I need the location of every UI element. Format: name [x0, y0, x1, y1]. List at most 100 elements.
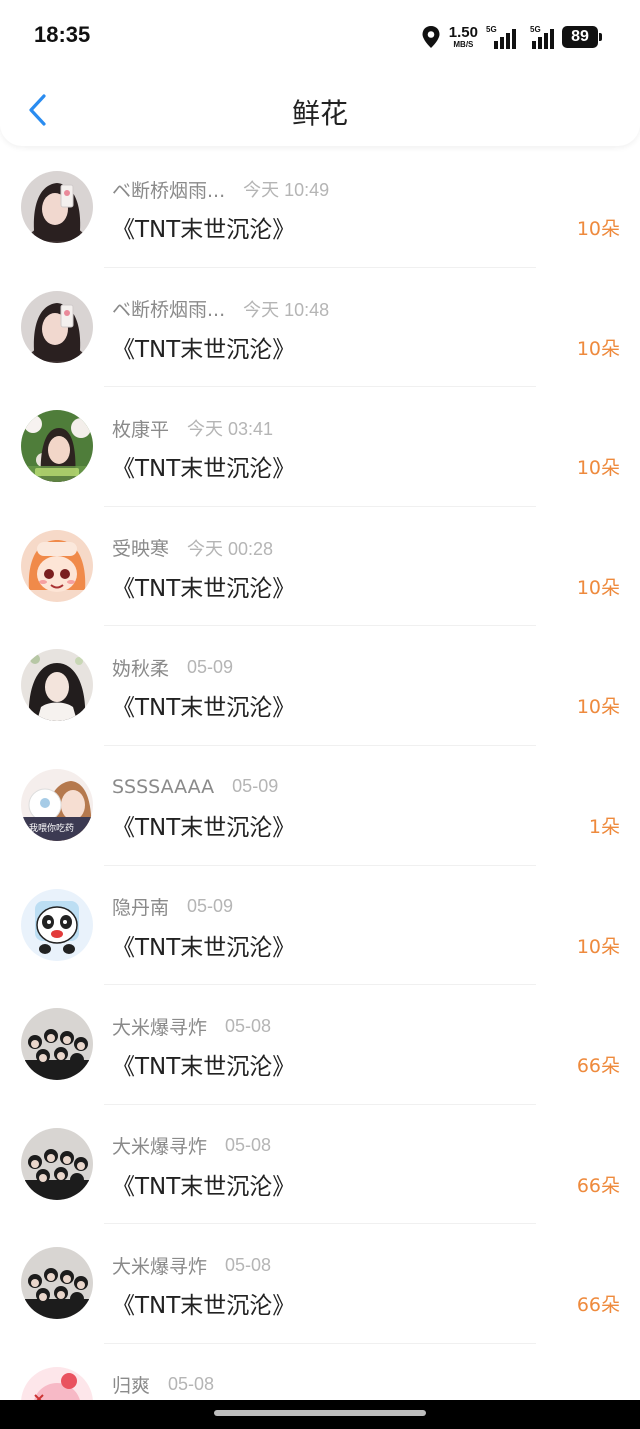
- avatar[interactable]: [21, 1247, 93, 1320]
- username[interactable]: ベ断桥烟雨...: [112, 295, 225, 322]
- network-speed: 1.50 MB/S: [449, 25, 478, 49]
- avatar[interactable]: [21, 888, 93, 961]
- timestamp: 05-08: [168, 1374, 215, 1395]
- flower-amount: 66朵: [576, 1055, 620, 1078]
- timestamp: 05-09: [232, 776, 279, 797]
- book-title[interactable]: 《TNT末世沉沦》: [112, 449, 295, 483]
- username[interactable]: 归爽: [112, 1371, 150, 1398]
- avatar[interactable]: [21, 410, 93, 483]
- page-title: 鲜花: [291, 97, 348, 130]
- network-speed-value: 1.50: [448, 24, 478, 41]
- flower-record-item[interactable]: 妫秋柔 05-09 《TNT末世沉沦》 10朵: [0, 626, 640, 746]
- flower-amount: 66朵: [576, 1294, 620, 1317]
- flower-record-item[interactable]: ベ断桥烟雨... 今天 10:48 《TNT末世沉沦》 10朵: [0, 268, 640, 388]
- avatar[interactable]: [21, 290, 93, 363]
- signal-icon-sim2: 5G: [524, 25, 554, 49]
- item-meta: 妫秋柔 05-09: [112, 654, 234, 681]
- item-meta: ベ断桥烟雨... 今天 10:48: [112, 297, 329, 321]
- avatar-image: [21, 290, 93, 363]
- username[interactable]: 大米爆寻炸: [112, 1252, 207, 1279]
- avatar-image: [21, 410, 93, 483]
- timestamp: 今天 00:28: [187, 538, 274, 559]
- book-title[interactable]: 《TNT末世沉沦》: [112, 1167, 295, 1201]
- username[interactable]: SSSSAAAA: [112, 776, 214, 798]
- battery-level: 89: [571, 28, 589, 45]
- status-icons: 1.50 MB/S 5G 5G 89: [421, 24, 602, 50]
- item-meta: 隐丹南 05-09: [112, 895, 233, 919]
- flower-amount: 10朵: [576, 218, 620, 240]
- flower-record-item[interactable]: 大米爆寻炸 05-08 《TNT末世沉沦》 66朵: [0, 1105, 640, 1225]
- book-title[interactable]: 《TNT末世沉沦》: [112, 928, 295, 962]
- avatar-image: [21, 1008, 93, 1081]
- flower-amount: 10朵: [576, 696, 620, 719]
- flower-amount: 10朵: [576, 576, 620, 599]
- item-meta: 归爽 05-08: [112, 1373, 214, 1397]
- item-meta: 大米爆寻炸 05-08: [112, 1013, 272, 1040]
- top-card: 18:35 1.50 MB/S 5G 5G 89 鲜花: [0, 0, 640, 146]
- timestamp: 今天 03:41: [187, 419, 274, 440]
- book-title[interactable]: 《TNT末世沉沦》: [112, 1047, 295, 1081]
- location-icon: [422, 26, 440, 48]
- username[interactable]: 大米爆寻炸: [112, 1132, 207, 1159]
- avatar-image: [21, 1247, 93, 1320]
- avatar[interactable]: [21, 529, 93, 602]
- timestamp: 今天 10:48: [243, 299, 330, 320]
- avatar[interactable]: [21, 649, 93, 722]
- book-title[interactable]: 《TNT末世沉沦》: [112, 569, 295, 603]
- timestamp: 05-09: [187, 656, 234, 677]
- timestamp: 今天 10:49: [243, 180, 330, 200]
- username[interactable]: 隐丹南: [112, 893, 169, 920]
- avatar-image: [21, 1127, 93, 1200]
- avatar-image: [21, 649, 93, 722]
- item-meta: SSSSAAAA 05-09: [112, 775, 278, 799]
- flower-record-item[interactable]: 我喂你吃药 SSSSAAAA 05-09 《TNT末世沉沦》 1朵: [0, 746, 640, 866]
- gesture-bar: [0, 1400, 640, 1429]
- flowers-page: 18:35 1.50 MB/S 5G 5G 89 鲜花 ベ断桥烟雨... 今天 …: [0, 0, 640, 1429]
- battery-indicator: 89: [562, 26, 602, 48]
- avatar[interactable]: 我喂你吃药: [21, 768, 93, 841]
- flower-record-item[interactable]: 隐丹南 05-09 《TNT末世沉沦》 10朵: [0, 866, 640, 986]
- item-meta: 枚康平 今天 03:41: [112, 415, 274, 442]
- flower-amount: 10朵: [576, 337, 620, 360]
- flower-record-item[interactable]: 大米爆寻炸 05-08 《TNT末世沉沦》 66朵: [0, 985, 640, 1105]
- flower-record-item[interactable]: ベ断桥烟雨... 今天 10:49 《TNT末世沉沦》 10朵: [0, 148, 640, 268]
- username[interactable]: 受映寒: [112, 534, 169, 561]
- book-title[interactable]: 《TNT末世沉沦》: [112, 688, 295, 722]
- username[interactable]: 妫秋柔: [112, 654, 169, 681]
- flower-amount: 10朵: [576, 935, 620, 958]
- avatar-image: [21, 529, 93, 602]
- flower-record-list: ベ断桥烟雨... 今天 10:49 《TNT末世沉沦》 10朵 ベ断桥烟雨... 今天 1…: [0, 148, 640, 1429]
- nav-bar: 鲜花: [0, 72, 640, 146]
- item-meta: 受映寒 今天 00:28: [112, 536, 273, 560]
- book-title[interactable]: 《TNT末世沉沦》: [112, 1286, 295, 1320]
- network-speed-unit: MB/S: [453, 40, 474, 49]
- username[interactable]: ベ断桥烟雨...: [112, 176, 225, 203]
- timestamp: 05-08: [225, 1135, 272, 1156]
- avatar[interactable]: [21, 1127, 93, 1200]
- avatar-image: 我喂你吃药: [21, 768, 93, 841]
- username[interactable]: 枚康平: [112, 415, 169, 442]
- home-gesture-handle[interactable]: [214, 1410, 426, 1416]
- avatar[interactable]: [21, 1008, 93, 1081]
- svg-text:我喂你吃药: 我喂你吃药: [29, 822, 74, 834]
- item-meta: 大米爆寻炸 05-08: [112, 1252, 272, 1279]
- status-bar: 18:35 1.50 MB/S 5G 5G 89: [0, 0, 640, 72]
- flower-record-item[interactable]: 枚康平 今天 03:41 《TNT末世沉沦》 10朵: [0, 387, 640, 507]
- book-title[interactable]: 《TNT末世沉沦》: [112, 330, 295, 364]
- item-meta: ベ断桥烟雨... 今天 10:49: [112, 176, 330, 203]
- avatar[interactable]: [21, 171, 93, 243]
- timestamp: 05-08: [225, 1254, 272, 1275]
- flower-amount: 1朵: [588, 815, 620, 838]
- book-title[interactable]: 《TNT末世沉沦》: [112, 808, 295, 842]
- username[interactable]: 大米爆寻炸: [112, 1013, 207, 1040]
- timestamp: 05-08: [225, 1015, 272, 1036]
- item-meta: 大米爆寻炸 05-08: [112, 1134, 271, 1158]
- book-title[interactable]: 《TNT末世沉沦》: [112, 210, 295, 244]
- flower-amount: 66朵: [576, 1174, 620, 1197]
- avatar-image: [21, 888, 93, 961]
- flower-record-item[interactable]: 大米爆寻炸 05-08 《TNT末世沉沦》 66朵: [0, 1224, 640, 1344]
- avatar-image: [21, 171, 93, 243]
- timestamp: 05-09: [187, 896, 234, 917]
- flower-record-item[interactable]: 受映寒 今天 00:28 《TNT末世沉沦》 10朵: [0, 507, 640, 627]
- status-time: 18:35: [34, 22, 91, 47]
